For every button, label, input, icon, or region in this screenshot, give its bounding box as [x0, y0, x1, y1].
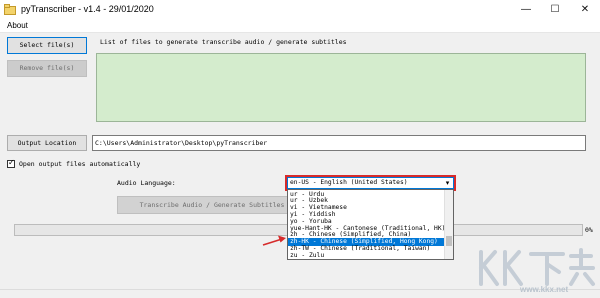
menu-bar: About	[0, 19, 600, 33]
progress-label: 0%	[585, 226, 593, 234]
annotation-arrow-icon	[262, 234, 288, 248]
maximize-button[interactable]: ☐	[541, 0, 569, 19]
menu-about[interactable]: About	[7, 20, 28, 31]
watermark-site: www.kkx.net	[520, 285, 569, 294]
audio-language-label: Audio Language:	[117, 179, 176, 187]
window-title: pyTranscriber - v1.4 - 29/01/2020	[21, 4, 154, 14]
chevron-down-icon[interactable]: ▾	[442, 178, 453, 188]
open-output-label: Open output files automatically	[19, 160, 141, 168]
dropdown-scrollbar[interactable]	[444, 190, 453, 259]
remove-files-button[interactable]: Remove file(s)	[7, 60, 87, 77]
language-dropdown-list[interactable]: ur - Urdu ur - Uzbek vi - Vietnamese yi - Y…	[287, 189, 454, 260]
output-location-button[interactable]: Output Location	[7, 135, 87, 151]
transcribe-button[interactable]: Transcribe Audio / Generate Subtitles	[117, 196, 307, 214]
open-output-checkbox[interactable]: ✓	[7, 158, 15, 168]
dropdown-scrollbar-thumb[interactable]	[446, 236, 452, 246]
select-files-button[interactable]: Select file(s)	[7, 37, 87, 54]
language-select[interactable]: en-US - English (United States) ▾	[287, 177, 454, 189]
language-select-value: en-US - English (United States)	[290, 179, 408, 186]
file-list-label: List of files to generate transcribe aud…	[100, 38, 347, 46]
minimize-button[interactable]: —	[512, 0, 540, 19]
close-button[interactable]: ✕	[570, 0, 600, 19]
app-icon	[4, 4, 16, 15]
output-path-field[interactable]: C:\Users\Administrator\Desktop\pyTranscr…	[92, 135, 586, 151]
title-bar: pyTranscriber - v1.4 - 29/01/2020 — ☐ ✕	[0, 0, 600, 19]
file-list[interactable]	[96, 53, 586, 122]
language-option[interactable]: zu - Zulu	[288, 252, 447, 259]
checkmark-icon: ✓	[8, 158, 15, 167]
